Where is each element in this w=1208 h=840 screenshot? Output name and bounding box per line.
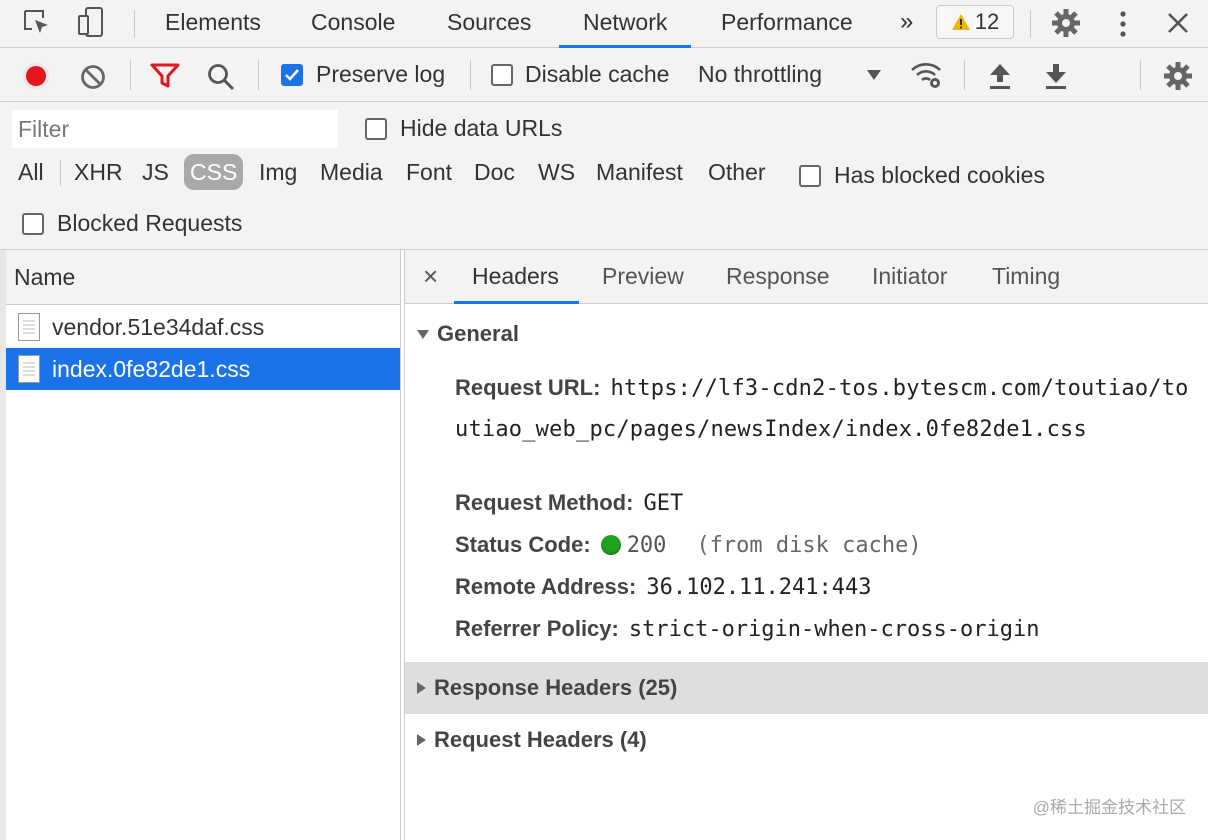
devtools-tab-bar: Elements Console Sources Network Perform… xyxy=(0,0,1208,48)
request-headers-section-toggle[interactable]: Request Headers (4) xyxy=(405,714,1208,766)
hide-data-urls-checkbox[interactable] xyxy=(365,118,387,140)
divider xyxy=(1140,60,1141,90)
details-tab-response[interactable]: Response xyxy=(726,250,830,303)
network-toolbar: Preserve log Disable cache No throttling xyxy=(0,48,1208,102)
throttling-select[interactable]: No throttling xyxy=(698,61,822,88)
remote-address-label: Remote Address: xyxy=(455,574,637,599)
type-filter-ws[interactable]: WS xyxy=(532,154,581,190)
divider xyxy=(60,160,61,186)
has-blocked-cookies-checkbox[interactable] xyxy=(799,165,821,187)
status-code-value: 200 xyxy=(626,533,667,558)
divider xyxy=(258,60,259,90)
status-code-label: Status Code: xyxy=(455,532,591,557)
type-filter-js[interactable]: JS xyxy=(136,154,175,190)
response-headers-title: Response Headers (25) xyxy=(434,675,678,700)
watermark: @稀土掘金技术社区 xyxy=(1032,798,1186,817)
referrer-policy-label: Referrer Policy: xyxy=(455,616,619,641)
status-code-row: Status Code: 200 (from disk cache) xyxy=(455,532,922,558)
network-settings-gear-icon[interactable] xyxy=(1162,60,1194,92)
request-row-vendor[interactable]: vendor.51e34daf.css xyxy=(6,306,400,348)
type-filter-other[interactable]: Other xyxy=(702,154,772,190)
device-toolbar-icon[interactable] xyxy=(76,6,106,38)
details-tab-preview[interactable]: Preview xyxy=(602,250,684,303)
file-icon xyxy=(18,313,40,341)
disable-cache-checkbox[interactable] xyxy=(491,64,513,86)
divider xyxy=(134,10,135,38)
preserve-log-checkbox[interactable] xyxy=(281,64,303,86)
request-name: index.0fe82de1.css xyxy=(52,355,251,382)
divider xyxy=(964,60,965,90)
divider xyxy=(130,60,131,90)
referrer-policy-row: Referrer Policy: strict-origin-when-cross… xyxy=(455,616,1039,642)
tab-performance[interactable]: Performance xyxy=(721,0,853,47)
collapsed-arrow-icon xyxy=(417,734,426,746)
search-icon[interactable] xyxy=(206,62,236,92)
request-headers-title: Request Headers (4) xyxy=(434,727,647,752)
close-details-button[interactable]: × xyxy=(423,250,438,303)
disable-cache-label[interactable]: Disable cache xyxy=(525,61,669,88)
type-filter-all[interactable]: All xyxy=(12,154,50,190)
request-details-panel: × Headers Preview Response Initiator Tim… xyxy=(404,250,1208,840)
name-column-header[interactable]: Name xyxy=(6,250,400,305)
type-filter-css[interactable]: CSS xyxy=(184,154,244,190)
general-section-toggle[interactable]: General xyxy=(405,308,1208,360)
request-method-label: Request Method: xyxy=(455,490,634,515)
file-icon xyxy=(18,355,40,383)
details-tab-initiator[interactable]: Initiator xyxy=(872,250,947,303)
expanded-arrow-icon xyxy=(417,329,429,339)
remote-address-value: 36.102.11.241:443 xyxy=(646,575,872,600)
request-url-label: Request URL: xyxy=(455,375,601,400)
network-conditions-icon[interactable] xyxy=(910,60,944,90)
type-filter-manifest[interactable]: Manifest xyxy=(590,154,689,190)
close-devtools-icon[interactable] xyxy=(1166,11,1190,35)
blocked-requests-label[interactable]: Blocked Requests xyxy=(57,210,242,237)
response-headers-section-toggle[interactable]: Response Headers (25) xyxy=(405,662,1208,714)
status-ok-icon xyxy=(600,535,621,555)
status-note: (from disk cache) xyxy=(696,533,922,558)
request-row-index[interactable]: index.0fe82de1.css xyxy=(6,348,400,390)
warnings-badge[interactable]: 12 xyxy=(936,5,1014,39)
request-method-value: GET xyxy=(643,491,684,516)
collapsed-arrow-icon xyxy=(417,682,426,694)
remote-address-row: Remote Address: 36.102.11.241:443 xyxy=(455,574,872,600)
filter-bar: Hide data URLs All XHR JS CSS Img Media … xyxy=(0,102,1208,250)
referrer-policy-value: strict-origin-when-cross-origin xyxy=(628,617,1040,642)
filter-funnel-icon[interactable] xyxy=(150,63,180,89)
request-method-row: Request Method: GET xyxy=(455,490,683,516)
clear-icon[interactable] xyxy=(80,64,106,90)
export-har-icon[interactable] xyxy=(1044,62,1068,90)
tab-sources[interactable]: Sources xyxy=(447,0,531,47)
record-icon[interactable] xyxy=(22,62,50,90)
type-filter-xhr[interactable]: XHR xyxy=(68,154,129,190)
divider xyxy=(1030,10,1031,38)
type-filter-doc[interactable]: Doc xyxy=(468,154,521,190)
settings-gear-icon[interactable] xyxy=(1050,7,1082,39)
tab-console[interactable]: Console xyxy=(311,0,395,47)
request-list: Name vendor.51e34daf.css index.0fe82de1.… xyxy=(6,250,401,840)
details-tab-headers[interactable]: Headers xyxy=(454,250,579,304)
type-filter-media[interactable]: Media xyxy=(314,154,389,190)
dropdown-arrow-icon[interactable] xyxy=(867,70,881,80)
more-tabs-button[interactable]: » xyxy=(900,0,913,47)
hide-data-urls-label[interactable]: Hide data URLs xyxy=(400,115,562,142)
import-har-icon[interactable] xyxy=(988,62,1012,90)
tab-network[interactable]: Network xyxy=(558,0,692,48)
filter-input[interactable] xyxy=(12,110,338,148)
request-name: vendor.51e34daf.css xyxy=(52,313,265,340)
details-tab-timing[interactable]: Timing xyxy=(992,250,1060,303)
more-options-icon[interactable] xyxy=(1118,10,1128,38)
tab-elements[interactable]: Elements xyxy=(165,0,261,47)
details-tab-bar: × Headers Preview Response Initiator Tim… xyxy=(405,250,1208,304)
preserve-log-label[interactable]: Preserve log xyxy=(316,61,445,88)
has-blocked-cookies-label[interactable]: Has blocked cookies xyxy=(834,162,1045,189)
blocked-requests-checkbox[interactable] xyxy=(22,213,44,235)
divider xyxy=(470,60,471,90)
warning-icon xyxy=(951,13,971,31)
warning-count: 12 xyxy=(974,9,1000,34)
type-filter-img[interactable]: Img xyxy=(253,154,303,190)
request-url-row: Request URL: https://lf3-cdn2-tos.bytescm… xyxy=(455,368,1195,450)
inspect-element-icon[interactable] xyxy=(22,8,52,38)
general-section-title: General xyxy=(437,321,519,346)
type-filter-font[interactable]: Font xyxy=(400,154,458,190)
